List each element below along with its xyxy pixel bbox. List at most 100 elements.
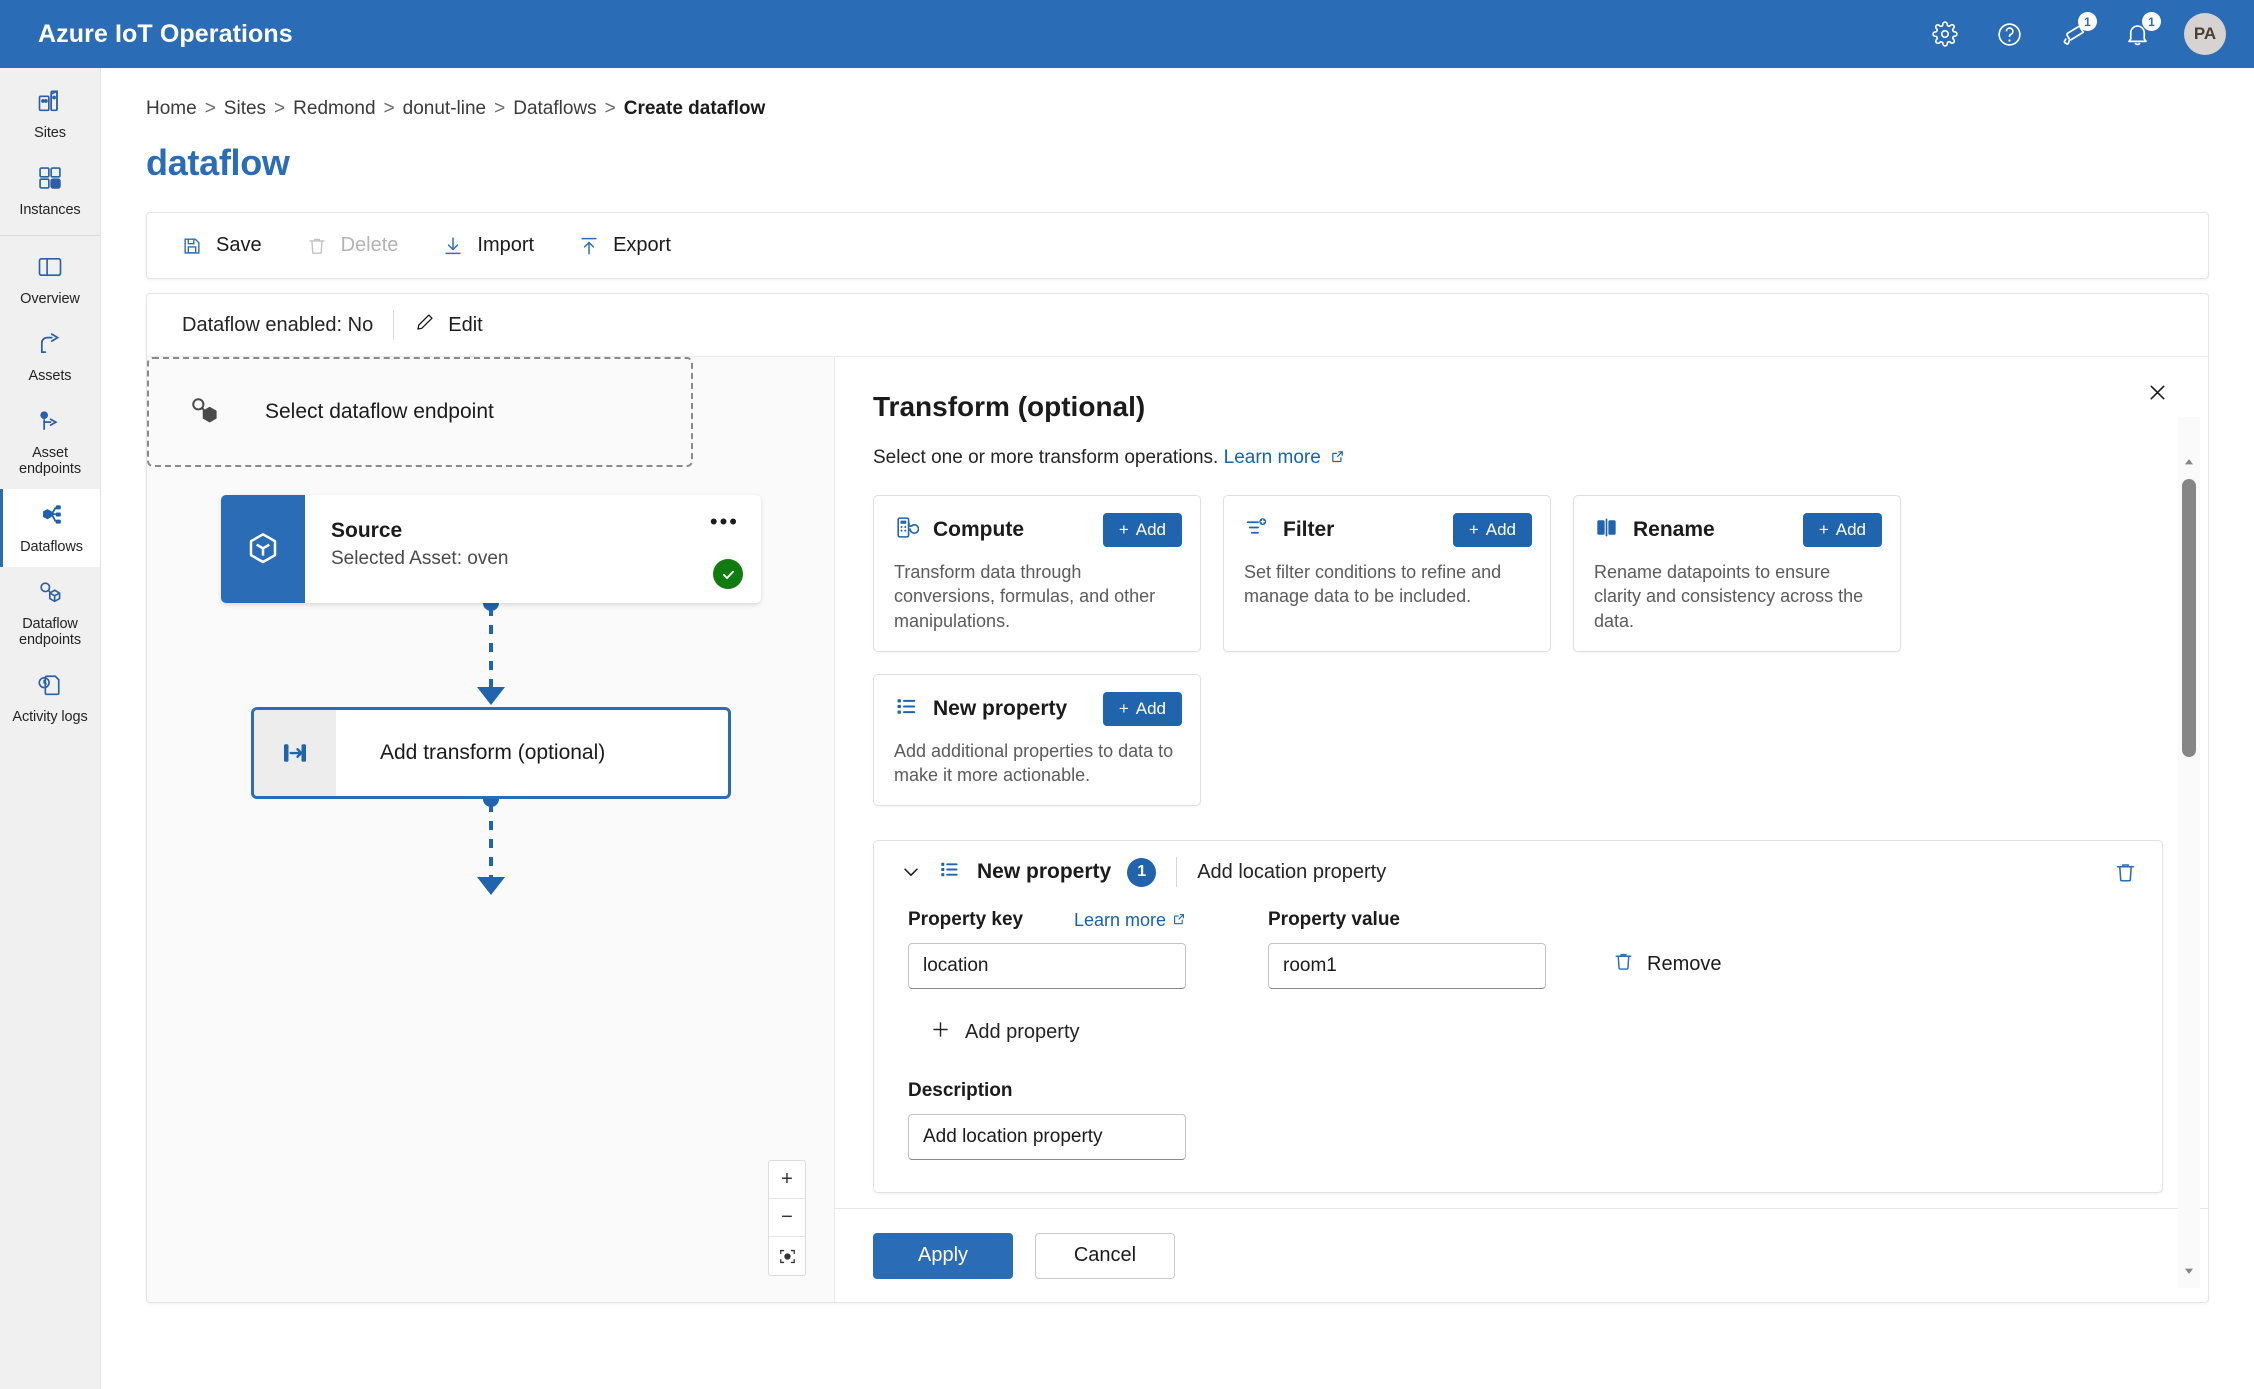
- transform-panel-scroll-area: Transform (optional) Select one or more …: [835, 357, 2208, 1208]
- fit-to-view-button[interactable]: [769, 1237, 805, 1275]
- edit-label: Edit: [448, 313, 483, 336]
- sidebar-item-label: Asset endpoints: [19, 444, 81, 478]
- export-label: Export: [613, 234, 671, 256]
- asset-endpoints-icon: [36, 407, 64, 440]
- header-actions: 1 1 PA: [1928, 0, 2226, 68]
- panel-subtitle: Select one or more transform operations.…: [873, 447, 2208, 469]
- transform-operations-grid: Compute + Add Transform data through con…: [873, 495, 1903, 807]
- add-label: Add: [1835, 520, 1866, 539]
- operation-card-filter[interactable]: Filter + Add Set filter conditions to re…: [1223, 495, 1551, 652]
- add-property-button[interactable]: Add property: [930, 1019, 2132, 1046]
- sidebar-item-asset-endpoints[interactable]: Asset endpoints: [0, 396, 100, 489]
- export-icon: [578, 235, 600, 257]
- delete-label: Delete: [340, 234, 399, 256]
- sidebar-item-overview[interactable]: Overview: [0, 242, 100, 319]
- canvas-zoom-controls[interactable]: + −: [768, 1160, 806, 1276]
- breadcrumb-item-donut-line[interactable]: donut-line: [403, 98, 486, 119]
- save-button[interactable]: Save: [181, 234, 262, 257]
- megaphone-icon[interactable]: 1: [2056, 12, 2097, 51]
- trash-icon: [306, 235, 328, 257]
- scroll-down-icon[interactable]: [2178, 1260, 2200, 1282]
- add-property-label: Add property: [965, 1021, 1080, 1044]
- operation-description: Add additional properties to data to mak…: [894, 740, 1174, 786]
- property-key-input[interactable]: [908, 943, 1186, 990]
- add-label: Add: [1135, 698, 1166, 718]
- operation-card-rename[interactable]: Rename + Add Rename datapoints to ensure…: [1573, 495, 1901, 652]
- sidebar-item-label: Dataflows: [20, 539, 83, 556]
- source-node-subtitle: Selected Asset: oven: [331, 548, 509, 569]
- transform-icon: [254, 710, 336, 796]
- breadcrumb-separator: >: [383, 98, 395, 119]
- divider: [393, 310, 395, 340]
- zoom-in-button[interactable]: +: [769, 1161, 805, 1199]
- sidebar-item-assets[interactable]: Assets: [0, 319, 100, 396]
- add-new-property-button[interactable]: + Add: [1102, 691, 1182, 726]
- property-key-learn-more[interactable]: Learn more: [1074, 910, 1186, 931]
- description-label: Description: [908, 1080, 1013, 1102]
- sidebar-item-instances[interactable]: Instances: [0, 153, 100, 230]
- delete-button: Delete: [306, 234, 399, 257]
- new-property-section-header[interactable]: New property 1 Add location property: [874, 841, 2162, 903]
- close-icon[interactable]: [2140, 375, 2174, 409]
- sidebar-item-dataflow-endpoints[interactable]: Dataflow endpoints: [0, 567, 100, 660]
- scroll-up-icon[interactable]: [2178, 451, 2200, 473]
- page-title: dataflow: [146, 142, 290, 183]
- description-input[interactable]: [908, 1114, 1186, 1161]
- sidebar-item-label: Overview: [20, 291, 80, 308]
- bell-icon[interactable]: 1: [2120, 12, 2161, 51]
- operation-card-compute[interactable]: Compute + Add Transform data through con…: [873, 495, 1201, 652]
- scrollbar-thumb[interactable]: [2182, 479, 2196, 757]
- breadcrumb-current: Create dataflow: [623, 98, 766, 119]
- source-node-menu-button[interactable]: •••: [710, 511, 739, 533]
- operation-card-new-property[interactable]: New property + Add Add additional proper…: [873, 673, 1201, 807]
- export-button[interactable]: Export: [578, 234, 671, 257]
- delete-section-button[interactable]: [2113, 860, 2138, 885]
- sidebar-item-activity-logs[interactable]: Activity logs: [0, 660, 100, 737]
- panel-title: Transform (optional): [873, 391, 1146, 422]
- notifications-badge: 1: [2142, 12, 2161, 31]
- sidebar-item-sites[interactable]: Sites: [0, 76, 100, 153]
- operation-name: Rename: [1633, 518, 1715, 541]
- dataflow-canvas[interactable]: ••• Source Selected Asset: oven Add tran…: [147, 357, 835, 1302]
- plus-icon: +: [1118, 520, 1129, 539]
- breadcrumb-item-sites[interactable]: Sites: [224, 98, 266, 119]
- operation-name: Compute: [933, 518, 1024, 541]
- panel-scrollbar[interactable]: [2178, 417, 2200, 1288]
- apply-button[interactable]: Apply: [873, 1232, 1013, 1279]
- new-property-section: New property 1 Add location property Pro…: [873, 840, 2163, 1194]
- add-filter-button[interactable]: + Add: [1452, 513, 1532, 547]
- add-compute-button[interactable]: + Add: [1102, 513, 1182, 547]
- breadcrumb-item-dataflows[interactable]: Dataflows: [513, 98, 596, 119]
- cancel-button[interactable]: Cancel: [1035, 1232, 1175, 1279]
- edit-button[interactable]: Edit: [414, 311, 483, 339]
- zoom-out-button[interactable]: −: [769, 1199, 805, 1237]
- source-node[interactable]: ••• Source Selected Asset: oven: [221, 495, 761, 603]
- gear-icon[interactable]: [1928, 17, 1962, 51]
- property-value-input[interactable]: [1268, 943, 1546, 990]
- breadcrumb-item-redmond[interactable]: Redmond: [293, 98, 375, 119]
- import-icon: [442, 235, 464, 257]
- sidebar-divider: [0, 235, 100, 237]
- external-link-icon: [1172, 910, 1186, 931]
- chevron-down-icon[interactable]: [900, 861, 922, 883]
- transform-node[interactable]: Add transform (optional): [251, 707, 731, 799]
- property-key-learn-more-link[interactable]: Learn more: [1074, 910, 1166, 931]
- add-label: Add: [1485, 520, 1516, 539]
- remove-property-button[interactable]: Remove: [1612, 950, 1721, 979]
- breadcrumb-item-home[interactable]: Home: [146, 98, 197, 119]
- plus-icon: [930, 1019, 951, 1046]
- external-link-icon: [1321, 447, 1345, 468]
- import-button[interactable]: Import: [442, 234, 534, 257]
- help-icon[interactable]: [1992, 17, 2026, 51]
- save-label: Save: [216, 234, 262, 256]
- panel-learn-more-link[interactable]: Learn more: [1224, 447, 1321, 468]
- filter-icon: [1244, 515, 1269, 545]
- sidebar-item-dataflows[interactable]: Dataflows: [0, 489, 100, 567]
- new-property-icon: [938, 858, 961, 886]
- destination-endpoint-node[interactable]: Select dataflow endpoint: [147, 357, 693, 467]
- avatar[interactable]: PA: [2184, 13, 2226, 55]
- source-status-check-icon: [713, 559, 743, 589]
- new-property-section-title: New property: [977, 860, 1112, 884]
- add-rename-button[interactable]: + Add: [1802, 513, 1882, 547]
- dataflow-endpoints-icon: [36, 578, 64, 611]
